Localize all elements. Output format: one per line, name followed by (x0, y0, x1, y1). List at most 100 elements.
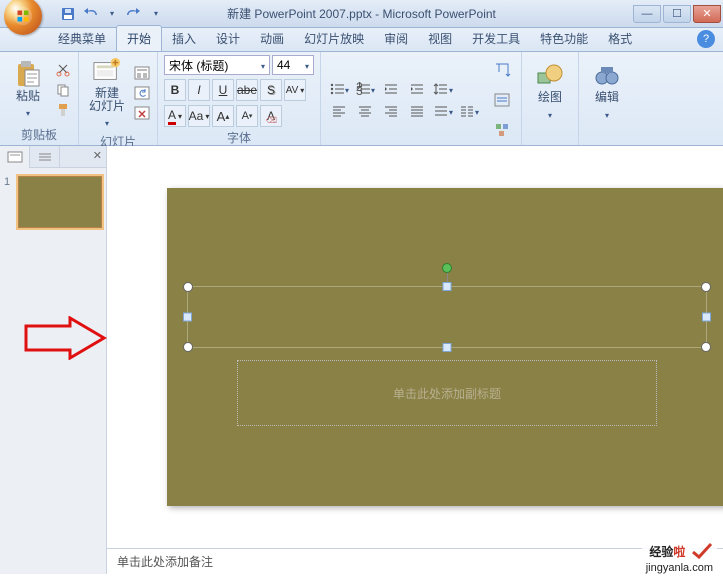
text-direction-button[interactable] (489, 55, 515, 85)
paste-button[interactable]: 粘贴 (6, 58, 50, 121)
cut-icon[interactable] (54, 62, 72, 78)
shapes-icon (536, 61, 564, 89)
maximize-button[interactable]: ☐ (663, 5, 691, 23)
font-family-value: 宋体 (标题) (169, 57, 228, 74)
undo-icon[interactable] (82, 6, 98, 22)
resize-handle-tm[interactable] (443, 282, 452, 291)
notes-pane[interactable]: 单击此处添加备注 (107, 548, 723, 574)
redo-icon[interactable] (126, 6, 142, 22)
distribute-button[interactable] (431, 100, 455, 122)
font-color-button[interactable]: A (164, 105, 186, 127)
slides-tab[interactable] (0, 146, 30, 168)
new-slide-button[interactable]: 新建 幻灯片 (85, 55, 129, 131)
chevron-down-icon (305, 58, 309, 72)
outline-tab[interactable] (30, 146, 60, 168)
char-spacing-button[interactable]: AV (284, 79, 306, 101)
tab-developer[interactable]: 开发工具 (462, 26, 530, 51)
subtitle-placeholder[interactable]: 单击此处添加副标题 (237, 360, 657, 426)
tab-slideshow[interactable]: 幻灯片放映 (294, 26, 374, 51)
shrink-font-button[interactable]: A▾ (236, 105, 258, 127)
line-spacing-button[interactable] (431, 78, 455, 100)
editing-dropdown-icon (605, 107, 609, 121)
align-text-button[interactable] (489, 85, 515, 115)
tab-view[interactable]: 视图 (418, 26, 462, 51)
shadow-button[interactable]: S (260, 79, 282, 101)
slide-thumbnail[interactable]: 1 (4, 176, 102, 228)
checkmark-icon (691, 542, 713, 560)
resize-handle-mr[interactable] (702, 313, 711, 322)
decrease-indent-button[interactable] (379, 78, 403, 100)
columns-button[interactable] (457, 100, 481, 122)
font-family-select[interactable]: 宋体 (标题) (164, 55, 270, 75)
align-right-button[interactable] (379, 100, 403, 122)
drawing-label: 绘图 (538, 91, 562, 104)
tab-format[interactable]: 格式 (598, 26, 642, 51)
align-center-button[interactable] (353, 100, 377, 122)
rotate-handle[interactable] (442, 263, 452, 273)
window-title: 新建 PowerPoint 2007.pptx - Microsoft Powe… (227, 5, 496, 22)
resize-handle-tl[interactable] (183, 282, 193, 292)
justify-button[interactable] (405, 100, 429, 122)
tab-design[interactable]: 设计 (206, 26, 250, 51)
slide[interactable]: 单击此处添加副标题 (167, 188, 723, 506)
italic-button[interactable]: I (188, 79, 210, 101)
layout-icon[interactable] (133, 65, 151, 81)
close-button[interactable]: ✕ (693, 5, 721, 23)
paste-label: 粘贴 (16, 90, 40, 103)
clear-format-button[interactable]: A⌫ (260, 105, 282, 127)
resize-handle-br[interactable] (701, 342, 711, 352)
increase-indent-button[interactable] (405, 78, 429, 100)
thumbnail-preview (18, 176, 102, 228)
undo-dropdown-icon[interactable] (104, 6, 120, 22)
new-slide-label: 新建 幻灯片 (89, 87, 125, 113)
quick-access-toolbar (60, 6, 164, 22)
bullets-button[interactable] (327, 78, 351, 100)
office-button[interactable] (4, 0, 42, 35)
tab-animation[interactable]: 动画 (250, 26, 294, 51)
resize-handle-tr[interactable] (701, 282, 711, 292)
slide-number: 1 (4, 176, 14, 228)
strikethrough-button[interactable]: abe (236, 79, 258, 101)
tab-insert[interactable]: 插入 (162, 26, 206, 51)
drawing-button[interactable]: 绘图 (528, 59, 572, 122)
panel-close-icon[interactable]: ✕ (93, 149, 102, 162)
editing-label: 编辑 (595, 91, 619, 104)
window-controls: — ☐ ✕ (633, 5, 723, 23)
resize-handle-bl[interactable] (183, 342, 193, 352)
watermark-brand-zh: 经验 (649, 545, 673, 559)
watermark: 经验啦 jingyanla.com (642, 539, 717, 574)
resize-handle-bm[interactable] (443, 343, 452, 352)
binoculars-icon (593, 61, 621, 89)
save-icon[interactable] (60, 6, 76, 22)
font-size-select[interactable]: 44 (272, 55, 314, 75)
convert-smartart-button[interactable] (489, 115, 515, 145)
reset-icon[interactable] (133, 85, 151, 101)
chevron-down-icon (449, 82, 453, 96)
tab-classic[interactable]: 经典菜单 (48, 26, 116, 51)
bold-button[interactable]: B (164, 79, 186, 101)
chevron-down-icon (475, 104, 479, 118)
resize-handle-ml[interactable] (183, 313, 192, 322)
copy-icon[interactable] (54, 82, 72, 98)
tab-home[interactable]: 开始 (116, 25, 162, 51)
qat-customize-icon[interactable] (148, 6, 164, 22)
format-painter-icon[interactable] (54, 102, 72, 118)
numbering-button[interactable]: 123 (353, 78, 377, 100)
group-clipboard-label: 剪贴板 (6, 124, 72, 143)
minimize-button[interactable]: — (633, 5, 661, 23)
font-size-value: 44 (277, 58, 290, 72)
underline-button[interactable]: U (212, 79, 234, 101)
tab-special[interactable]: 特色功能 (530, 26, 598, 51)
notes-placeholder: 单击此处添加备注 (117, 555, 213, 569)
editing-button[interactable]: 编辑 (585, 59, 629, 122)
align-left-button[interactable] (327, 100, 351, 122)
panel-tabs: ✕ (0, 146, 106, 168)
help-icon[interactable]: ? (697, 30, 715, 48)
group-paragraph: 123 段落 (321, 52, 522, 145)
change-case-button[interactable]: Aa (188, 105, 210, 127)
tab-review[interactable]: 审阅 (374, 26, 418, 51)
delete-slide-icon[interactable] (133, 105, 151, 121)
title-placeholder-selected[interactable] (187, 286, 707, 348)
grow-font-button[interactable]: A▴ (212, 105, 234, 127)
new-slide-icon (93, 57, 121, 85)
